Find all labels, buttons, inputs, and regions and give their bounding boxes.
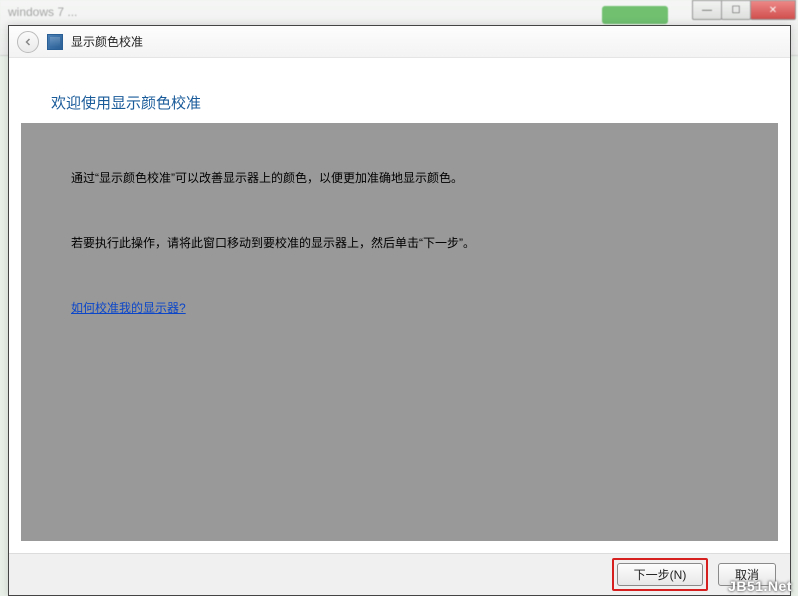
- intro-paragraph-1: 通过“显示颜色校准”可以改善显示器上的颜色，以便更加准确地显示颜色。: [71, 169, 728, 188]
- bg-minimize-button: —: [692, 0, 722, 20]
- bg-address-hint: windows 7 ...: [8, 5, 77, 19]
- wizard-footer: 下一步(N) 取消: [9, 553, 790, 595]
- color-calibration-icon: [47, 34, 63, 50]
- page-heading: 欢迎使用显示颜色校准: [51, 92, 748, 113]
- arrow-left-icon: [22, 36, 34, 48]
- next-button-highlight: 下一步(N): [612, 558, 708, 591]
- help-link[interactable]: 如何校准我的显示器?: [71, 301, 186, 315]
- bg-close-button: ✕: [750, 0, 796, 20]
- wizard-window: 显示颜色校准 欢迎使用显示颜色校准 通过“显示颜色校准”可以改善显示器上的颜色，…: [8, 25, 791, 596]
- wizard-body: 欢迎使用显示颜色校准 通过“显示颜色校准”可以改善显示器上的颜色，以便更加准确地…: [9, 58, 790, 553]
- wizard-title: 显示颜色校准: [71, 33, 143, 50]
- bg-green-button: [602, 6, 668, 24]
- bg-maximize-button: ☐: [721, 0, 751, 20]
- wizard-header: 显示颜色校准: [9, 26, 790, 58]
- watermark: JB51.Net: [728, 578, 792, 594]
- next-button[interactable]: 下一步(N): [617, 563, 703, 586]
- bg-window-controls: — ☐ ✕: [693, 0, 796, 20]
- intro-paragraph-2: 若要执行此操作，请将此窗口移动到要校准的显示器上，然后单击“下一步”。: [71, 234, 728, 253]
- content-panel: 欢迎使用显示颜色校准 通过“显示颜色校准”可以改善显示器上的颜色，以便更加准确地…: [21, 70, 778, 541]
- content-area: 通过“显示颜色校准”可以改善显示器上的颜色，以便更加准确地显示颜色。 若要执行此…: [21, 123, 778, 541]
- back-button[interactable]: [17, 31, 39, 53]
